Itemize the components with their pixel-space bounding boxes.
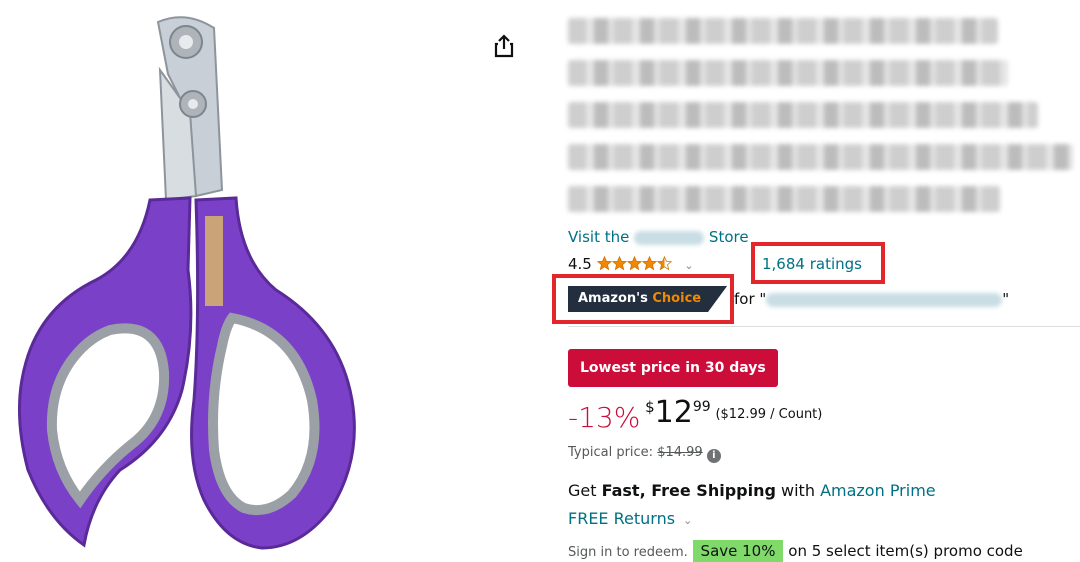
star-rating[interactable] (596, 255, 677, 273)
store-prefix: Visit the (568, 228, 630, 246)
free-returns-link[interactable]: FREE Returns ⌄ (568, 509, 692, 528)
title-line (568, 186, 1000, 212)
star-icon (611, 256, 627, 271)
share-icon (494, 34, 514, 58)
chevron-down-icon[interactable]: ⌄ (684, 259, 693, 272)
share-button[interactable] (480, 22, 528, 70)
shipping-row: Get Fast, Free Shipping with Amazon Prim… (568, 481, 936, 500)
shipping-bold: Fast, Free Shipping (601, 481, 776, 500)
store-suffix: Store (708, 228, 749, 246)
star-half-icon (656, 256, 672, 271)
amazons-choice-badge[interactable]: Amazon's Choice (568, 286, 728, 312)
sign-in-prompt[interactable]: Sign in to redeem. (568, 545, 688, 560)
section-divider (568, 326, 1080, 327)
title-line (568, 18, 998, 44)
star-icon (626, 256, 642, 271)
promo-row: Sign in to redeem. Save 10% on 5 select … (568, 540, 1023, 562)
save-badge: Save 10% (692, 540, 784, 562)
typical-price: Typical price: $14.99 i (568, 445, 721, 463)
choice-for-text: for " " (734, 290, 1010, 308)
price-per-unit: ($12.99 / Count) (715, 407, 823, 422)
chevron-down-icon: ⌄ (683, 514, 693, 527)
rating-value: 4.5 (568, 255, 592, 273)
rating-row: 4.5 ⌄ (568, 255, 694, 273)
choice-row: Amazon's Choice (568, 286, 728, 312)
discount-percent: -13% (568, 401, 641, 434)
star-icon (596, 256, 612, 271)
title-line (568, 102, 1038, 128)
star-icon (641, 256, 657, 271)
choice-keyword-blurred[interactable] (766, 292, 1003, 307)
promo-text: on 5 select item(s) promo code (788, 542, 1023, 560)
price: $1299 (645, 395, 711, 430)
store-name-blurred (634, 230, 705, 245)
price-row: -13% $1299 ($12.99 / Count) (568, 395, 822, 434)
product-image[interactable] (0, 0, 470, 556)
prime-link[interactable]: Amazon Prime (820, 481, 936, 500)
title-line (568, 144, 1073, 170)
ratings-link[interactable]: 1,684 ratings (762, 255, 862, 273)
typical-price-value: $14.99 (657, 445, 703, 460)
deal-badge: Lowest price in 30 days (568, 349, 778, 387)
info-icon[interactable]: i (706, 449, 721, 463)
title-line (568, 60, 1008, 86)
store-link[interactable]: Visit the Store (568, 228, 749, 246)
